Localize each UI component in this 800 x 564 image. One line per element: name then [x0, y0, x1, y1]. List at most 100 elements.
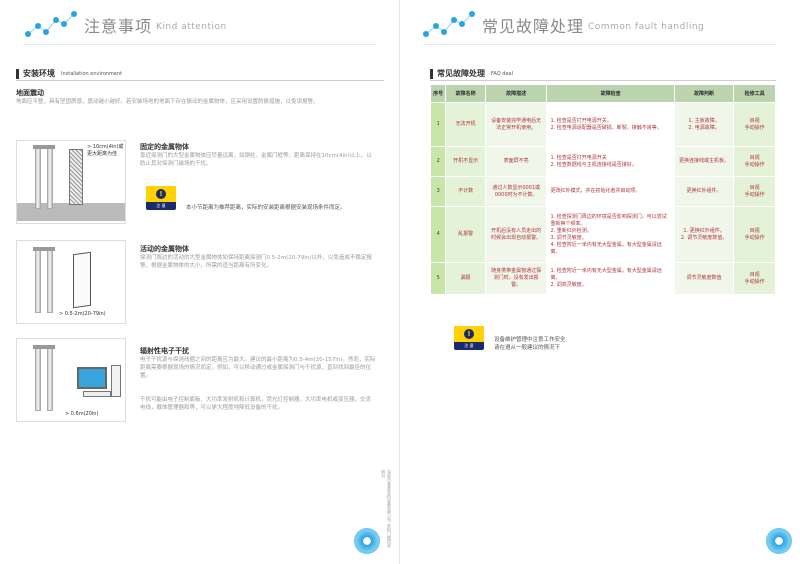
cell-name: 不计数 [445, 176, 486, 207]
cell-tool: 目视 手动操作 [733, 146, 776, 177]
faq-table: 序号 故障名称 故障描述 故障检查 故障判断 检修工具 1 无法开机 设备安装完… [429, 84, 776, 295]
header-judge: 故障判断 [673, 84, 735, 103]
moving-metal-figure: > 0.5-2m(20-79in) [16, 240, 126, 324]
distance-label: > 10cm(4in)或更大距离为佳 [87, 144, 124, 157]
cell-tool: 目视 手动操作 [733, 176, 776, 207]
floor-slab [17, 203, 125, 221]
cell-num: 4 [429, 206, 447, 263]
table-row: 2 开机不显示 表面屏不亮 1. 检查是否打开电源开关 2. 检查数据线与主机连… [429, 146, 776, 177]
page-corner-emblem [354, 528, 380, 554]
cell-name: 开机不显示 [445, 146, 486, 177]
moving-metal-text: 探测门周边的活动的大型金属物体如保持距离探测门0.5-2m(20-79in)以外… [140, 255, 372, 269]
cell-check: 1. 检查附近一米内有无大型金属，有大型金属请远离。 2. 调高灵敏度。 [546, 262, 675, 295]
section-title: 常见故障处理 [437, 69, 485, 78]
fixed-metal-text: 靠近探测门的大型金属物体应尽量远离，如钢柱、金属门框等，距离保持在10cm(4i… [140, 153, 372, 167]
exclamation-icon: ! [464, 329, 474, 339]
cell-tool: 目视 手动操作 [733, 206, 776, 263]
page-title: 常见故障处理 [482, 17, 585, 36]
spine-text: 深圳市某某安检设备有限公司 安检门使用说明书 [381, 470, 392, 548]
cell-desc: 随身携带金属物通过探测门时，没有发出报警。 [484, 262, 548, 295]
ground-vibration-title: 地面震动 [16, 89, 44, 97]
fixed-metal-title: 固定的金属物体 [140, 143, 189, 151]
header-check: 故障检查 [546, 84, 675, 103]
section-heading: 常见故障处理 FAQ deal [430, 68, 513, 79]
right-page: 常见故障处理 Common fault handling 常见故障处理 FAQ … [400, 0, 800, 564]
section-bar [430, 68, 433, 79]
cell-desc: 开机后没有人员走出的时候会出现自动报警。 [484, 206, 548, 263]
gate-pillar-left [35, 147, 41, 209]
metal-wall [69, 149, 83, 205]
section-underline [16, 80, 384, 81]
header-num: 序号 [429, 84, 447, 103]
gate-pillar-right [47, 249, 53, 313]
exclamation-icon: ! [156, 189, 166, 199]
cell-num: 2 [429, 146, 447, 177]
cell-judge: 1. 主板故障。 2. 电源故障。 [673, 102, 735, 147]
gate-pillar-right [47, 347, 53, 411]
header-divider [424, 44, 776, 45]
section-heading: 安装环境 Installation environment [16, 68, 122, 79]
cell-judge: 1. 更换红外组件。 2. 调节灵敏度数值。 [673, 206, 735, 263]
metal-door [73, 251, 91, 309]
left-page: 注意事项 Kind attention 安装环境 Installation en… [0, 0, 400, 564]
cell-check: 1. 检查探测门周边的环境是否影响探测门，可以尝试重新换个频率。 2. 重新红外… [546, 206, 675, 263]
gate-crossbar [33, 247, 55, 251]
cell-check: 1. 检查是否打开电源开关 2. 检查数据线与主机连接线是否接好。 [546, 146, 675, 177]
radiation-figure: > 0.6m(20in) [16, 338, 126, 422]
computer-monitor-icon [77, 367, 107, 389]
gate-crossbar [33, 345, 55, 349]
page-title: 注意事项 [84, 17, 153, 36]
cell-judge: 调节灵敏度数值 [673, 262, 735, 295]
table-row: 3 不计数 通过人数显示0001或0000时为不计数。 更改红外模式，并在初始化… [429, 176, 776, 207]
header-tool: 检修工具 [733, 84, 776, 103]
cell-num: 1 [429, 102, 447, 147]
cell-num: 5 [429, 262, 447, 295]
section-bar [16, 68, 19, 79]
warning-badge: ! 注 意 [454, 326, 484, 350]
computer-tower-icon [111, 365, 121, 397]
left-header: 注意事项 Kind attention [24, 8, 227, 42]
page-corner-emblem [766, 528, 792, 554]
header-desc: 故障描述 [484, 84, 548, 103]
radiation-text-2: 干扰可能由电子控制面板、大功率发射机和计算机，荧光灯控制器，大功率电机或变压器，… [140, 397, 372, 411]
keyboard-icon [83, 391, 111, 397]
section-underline [430, 80, 776, 81]
header-divider [24, 44, 376, 45]
table-row: 5 漏报 随身携带金属物通过探测门时，没有发出报警。 1. 检查附近一米内有无大… [429, 262, 776, 295]
warning-badge: ! 注 意 [146, 186, 176, 210]
recommended-distance-note: 本小节距离为推荐距离，实际的安装距离根据安装现场条件而定。 [186, 205, 346, 211]
cell-tool: 目视 手动操作 [733, 262, 776, 295]
cell-name: 无法开机 [445, 102, 486, 147]
warning-label: 注 意 [156, 203, 166, 208]
distance-label: > 0.6m(20in) [65, 411, 99, 417]
molecule-logo-icon [423, 11, 475, 37]
section-title: 安装环境 [23, 69, 55, 78]
cell-name: 漏报 [445, 262, 486, 295]
cell-desc: 设备安装完毕通电后无法正常开机使用。 [484, 102, 548, 147]
cell-judge: 更换红外组件。 [673, 176, 735, 207]
gate-pillar-left [35, 347, 41, 411]
gate-crossbar [33, 145, 55, 149]
table-row: 4 乱报警 开机后没有人员走出的时候会出现自动报警。 1. 检查探测门周边的环境… [429, 206, 776, 263]
molecule-logo-icon [25, 11, 77, 37]
cell-name: 乱报警 [445, 206, 486, 263]
table-header-row: 序号 故障名称 故障描述 故障检查 故障判断 检修工具 [429, 84, 776, 103]
cell-num: 3 [429, 176, 447, 207]
ground-vibration-text: 地面应平整，具有坚固质感，震动越小越好。若安装场地的地面下存在振动的金属物体，应… [16, 99, 319, 105]
fixed-metal-figure: > 10cm(4in)或更大距离为佳 [16, 140, 126, 224]
gate-pillar-right [47, 147, 53, 209]
section-title-en: Installation environment [61, 70, 123, 77]
radiation-title: 辐射性电子干扰 [140, 347, 189, 355]
cell-check: 1. 检查是否打开电源开关。 2. 检查电源适配器是否破损、断裂，接触不良等。 [546, 102, 675, 147]
distance-label: > 0.5-2m(20-79in) [59, 311, 106, 317]
cell-desc: 表面屏不亮 [484, 146, 548, 177]
header-name: 故障名称 [445, 84, 486, 103]
gate-pillar-left [35, 249, 41, 313]
page-title-en: Common fault handling [588, 21, 705, 32]
moving-metal-title: 活动的金属物体 [140, 245, 189, 253]
right-header: 常见故障处理 Common fault handling [422, 8, 704, 42]
maintenance-note: 设备维护管理中注意工作安全 请在遵从一般建议的情况下 [494, 337, 566, 351]
warning-label: 注 意 [464, 343, 474, 348]
table-row: 1 无法开机 设备安装完毕通电后无法正常开机使用。 1. 检查是否打开电源开关。… [429, 102, 776, 147]
cell-desc: 通过人数显示0001或0000时为不计数。 [484, 176, 548, 207]
